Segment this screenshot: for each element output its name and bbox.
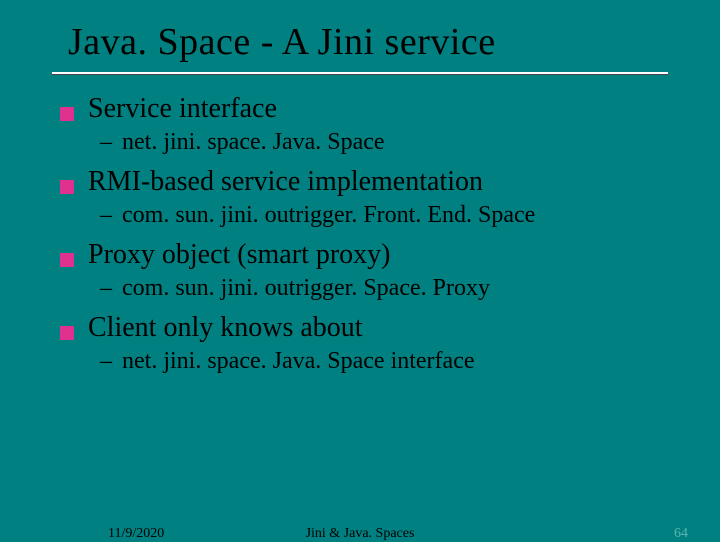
dash-bullet-icon: – [100, 275, 112, 302]
list-item: Service interface – net. jini. space. Ja… [60, 93, 720, 156]
slide: Java. Space - A Jini service Service int… [0, 0, 720, 540]
dash-bullet-icon: – [100, 129, 112, 156]
subitem-text: net. jini. space. Java. Space interface [122, 348, 475, 375]
subitem-text: net. jini. space. Java. Space [122, 129, 385, 156]
title-divider [52, 72, 668, 75]
list-item: RMI-based service implementation – com. … [60, 166, 720, 229]
square-bullet-icon [60, 107, 74, 121]
square-bullet-icon [60, 253, 74, 267]
square-bullet-icon [60, 180, 74, 194]
square-bullet-icon [60, 326, 74, 340]
item-text: RMI-based service implementation [88, 166, 483, 198]
list-item: Proxy object (smart proxy) – com. sun. j… [60, 239, 720, 302]
dash-bullet-icon: – [100, 202, 112, 229]
item-text: Service interface [88, 93, 277, 125]
dash-bullet-icon: – [100, 348, 112, 375]
item-text: Client only knows about [88, 312, 363, 344]
content-body: Service interface – net. jini. space. Ja… [60, 93, 720, 375]
slide-title: Java. Space - A Jini service [68, 20, 720, 64]
subitem-text: com. sun. jini. outrigger. Front. End. S… [122, 202, 535, 229]
list-item: Client only knows about – net. jini. spa… [60, 312, 720, 375]
item-text: Proxy object (smart proxy) [88, 239, 391, 271]
subitem-text: com. sun. jini. outrigger. Space. Proxy [122, 275, 490, 302]
